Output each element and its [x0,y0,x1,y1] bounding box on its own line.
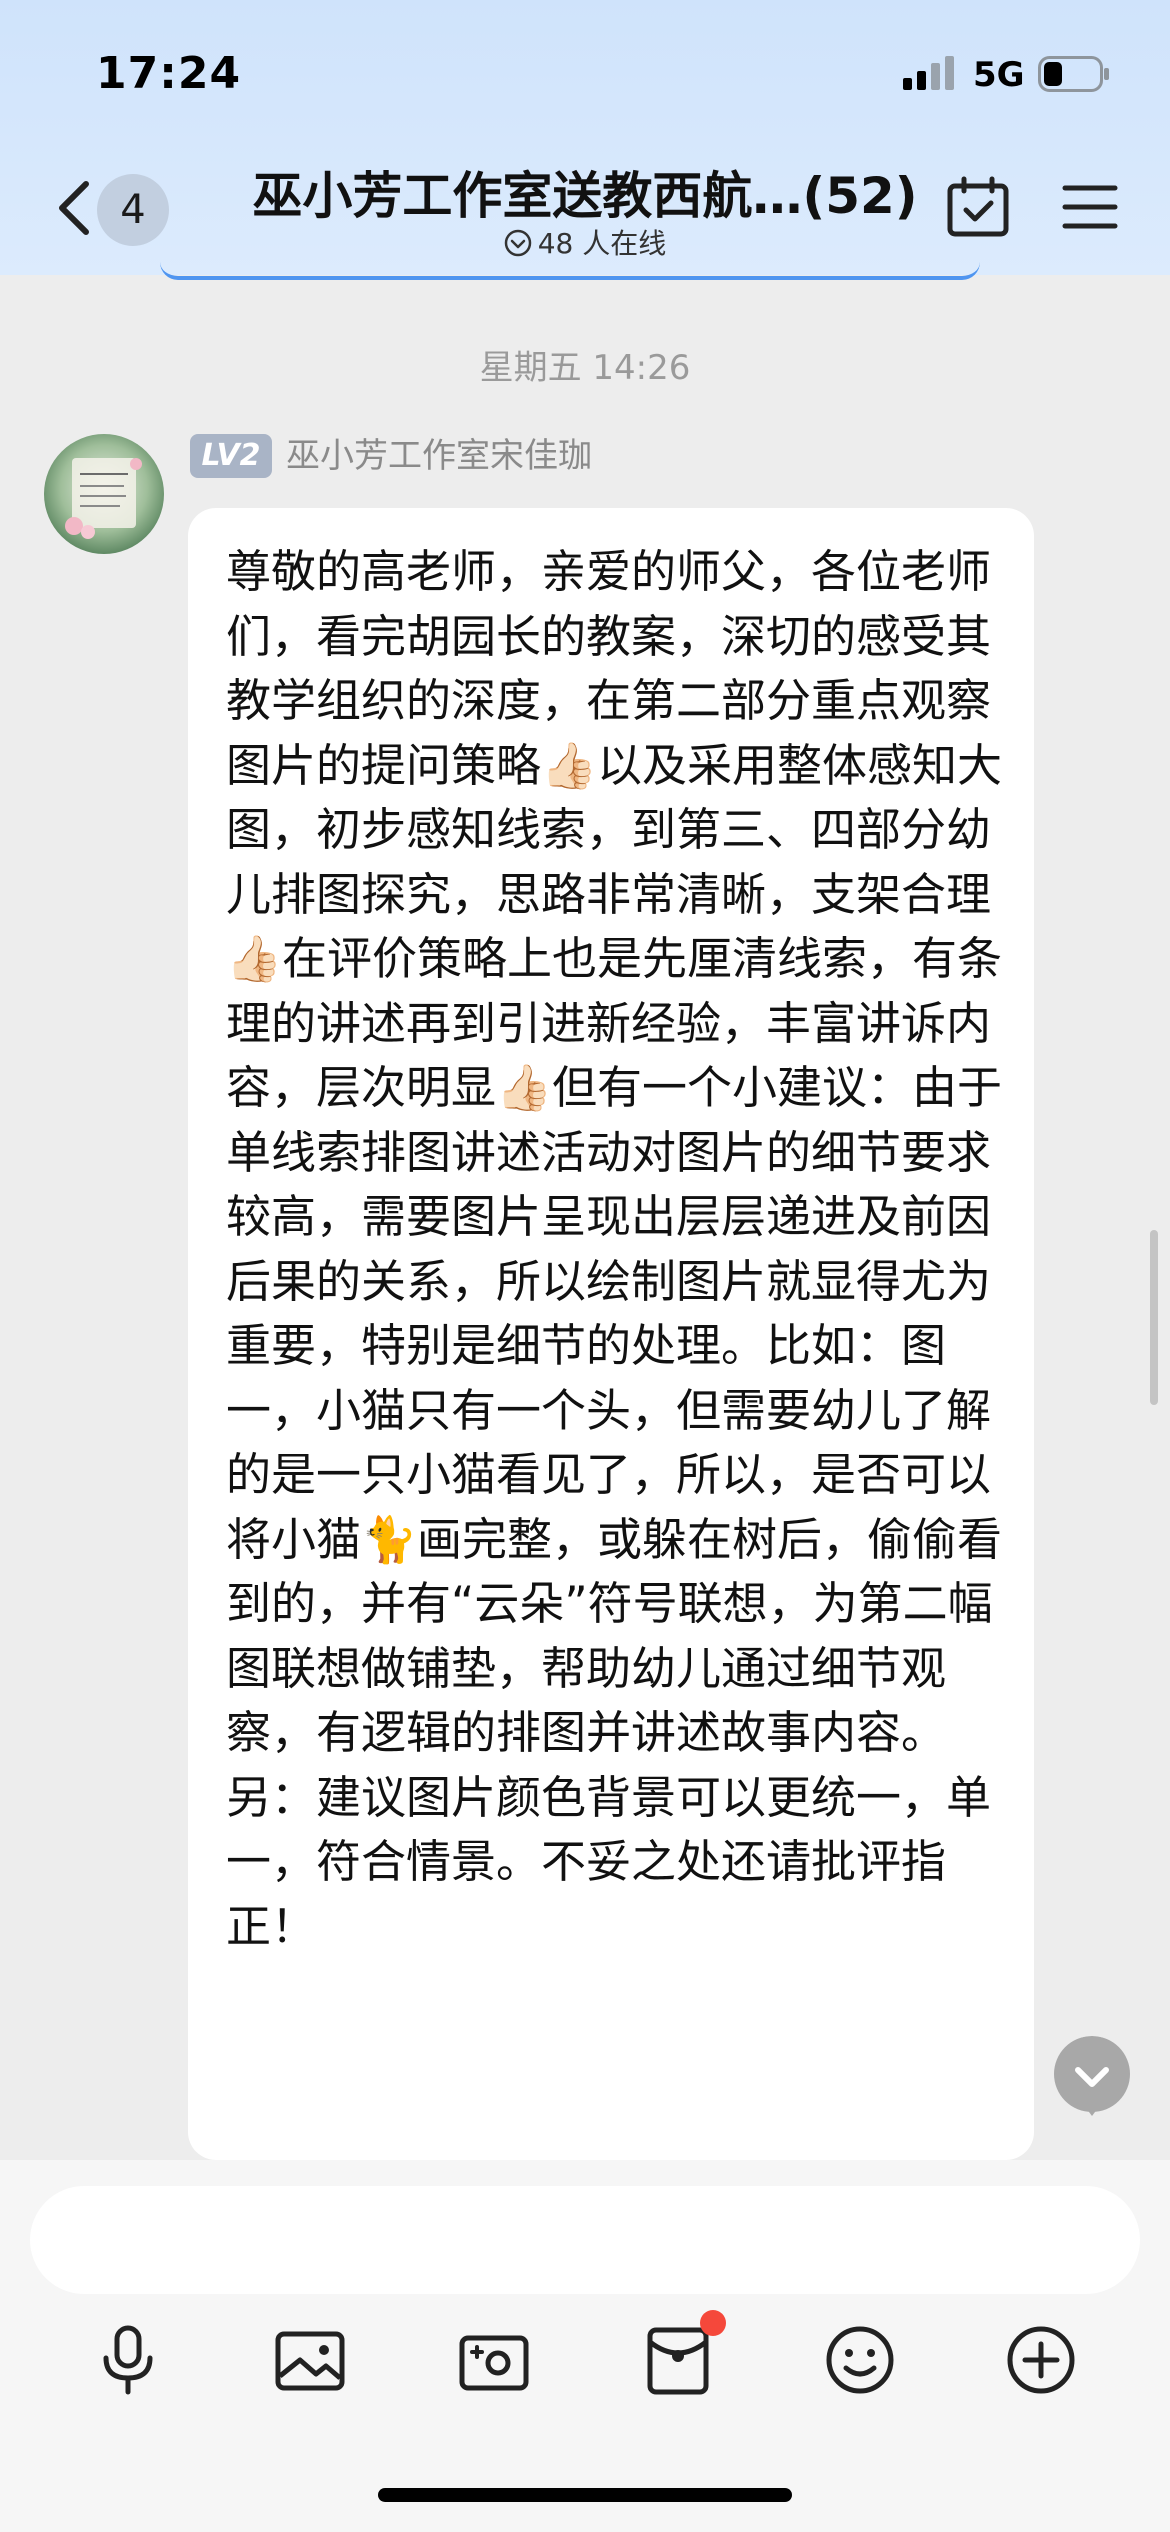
menu-icon[interactable] [1062,183,1118,231]
signal-icon [903,56,954,90]
header-edge-divider [160,262,980,280]
scroll-to-bottom-button[interactable] [1052,2036,1132,2116]
level-badge: LV2 [190,434,272,478]
message-text: 尊敬的高老师，亲爱的师父，各位老师们，看完胡园长的教案，深切的感受其教学组织的深… [226,545,1003,1953]
sender-name[interactable]: 巫小芳工作室宋佳珈 [286,434,592,478]
network-type: 5G [973,55,1025,95]
online-count-label: 48 人在线 [537,227,667,260]
camera-icon [459,2335,529,2391]
scrollbar-thumb[interactable] [1150,1230,1158,1405]
camera-button[interactable] [456,2322,532,2398]
battery-icon [1038,56,1109,92]
message-bubble[interactable]: 尊敬的高老师，亲爱的师父，各位老师们，看完胡园长的教案，深切的感受其教学组织的深… [188,508,1034,2160]
sender-avatar[interactable] [44,434,164,554]
microphone-icon [103,2325,153,2395]
emoji-button[interactable] [822,2322,898,2398]
image-icon [275,2331,345,2391]
notification-dot [700,2310,726,2336]
more-button[interactable] [1003,2322,1079,2398]
status-time: 17:24 [96,48,242,99]
message-timestamp: 星期五 14:26 [479,348,691,388]
image-button[interactable] [272,2322,348,2398]
chat-screen: 17:24 5G 4 巫小芳工作室送教西航…(52) 48 人在线 星期五 14… [0,0,1170,2532]
calendar-check-icon[interactable] [946,176,1010,238]
chat-header: 17:24 5G 4 巫小芳工作室送教西航…(52) 48 人在线 [0,0,1170,280]
chevron-down-circle-icon [504,229,531,257]
emoji-icon [826,2326,894,2394]
home-indicator[interactable] [378,2488,792,2502]
voice-button[interactable] [90,2322,166,2398]
avatar-image [44,434,164,554]
message-input[interactable] [30,2186,1140,2294]
plus-circle-icon [1007,2326,1075,2394]
